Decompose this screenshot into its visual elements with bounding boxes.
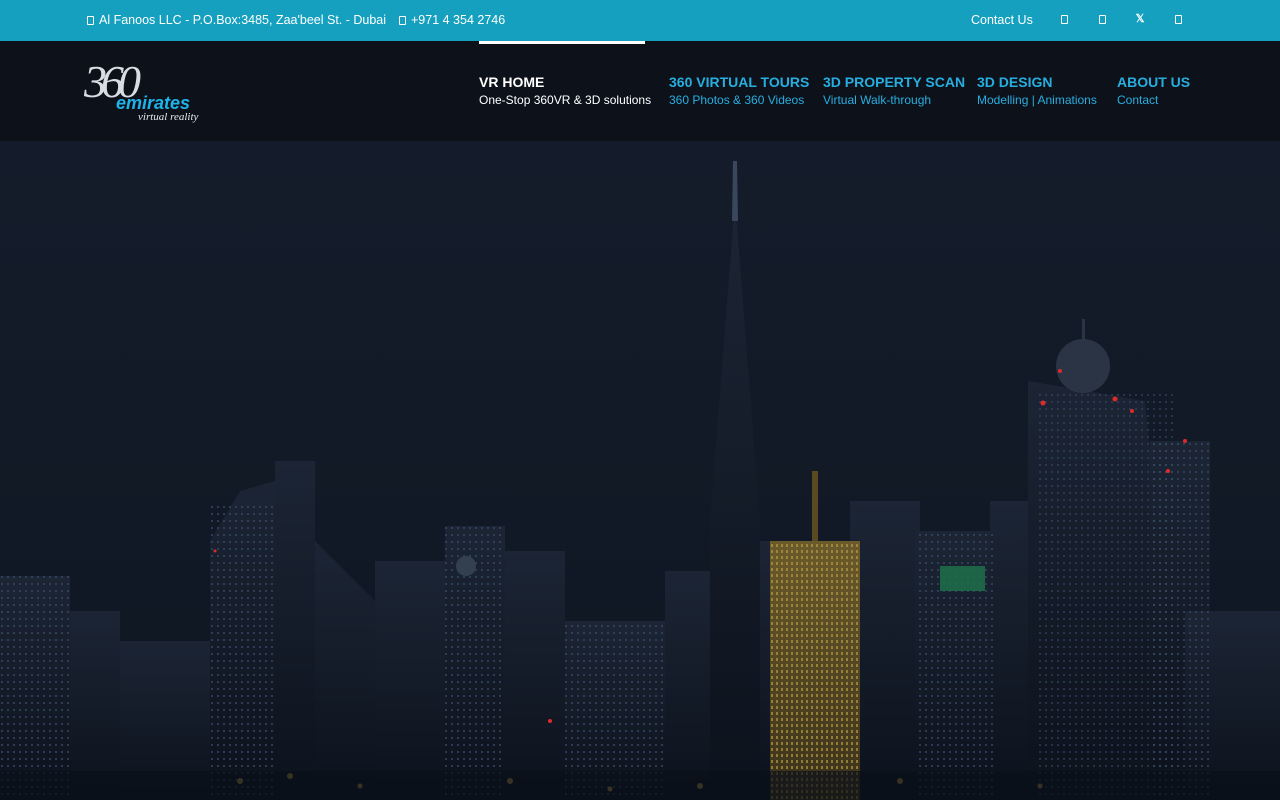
facebook-icon[interactable] [1061, 15, 1068, 24]
nav-subtitle: One-Stop 360VR & 3D solutions [479, 93, 652, 107]
dubai-skyline-illustration [0, 161, 1280, 800]
nav-title: VR HOME [479, 74, 545, 90]
map-marker-icon [87, 16, 94, 25]
nav-about-us[interactable]: ABOUT US Contact [1117, 41, 1197, 141]
main-header: 360 emirates virtual reality VR HOME One… [0, 41, 1280, 141]
top-bar: Al Fanoos LLC - P.O.Box:3485, Zaa'beel S… [0, 0, 1280, 41]
nav-360-virtual-tours[interactable]: 360 VIRTUAL TOURS 360 Photos & 360 Video… [669, 41, 809, 141]
hero-skyline-image [0, 141, 1280, 800]
phone-icon [399, 16, 406, 25]
address-info: Al Fanoos LLC - P.O.Box:3485, Zaa'beel S… [87, 13, 386, 27]
logo-brand: emirates [116, 93, 190, 113]
youtube-icon[interactable] [1175, 15, 1182, 24]
nav-3d-property-scan[interactable]: 3D PROPERTY SCAN Virtual Walk-through [823, 41, 965, 141]
nav-title: 360 VIRTUAL TOURS [669, 74, 810, 90]
contact-us-link[interactable]: Contact Us [971, 13, 1033, 27]
instagram-icon[interactable] [1099, 15, 1106, 24]
nav-active-indicator [479, 41, 645, 44]
logo-tagline: virtual reality [138, 111, 199, 123]
nav-title: 3D DESIGN [977, 74, 1053, 90]
nav-subtitle: Contact [1117, 93, 1159, 107]
nav-subtitle: 360 Photos & 360 Videos [669, 93, 805, 107]
x-twitter-icon[interactable]: 𝕏 [1135, 13, 1145, 25]
phone-text[interactable]: +971 4 354 2746 [411, 13, 505, 27]
address-text: Al Fanoos LLC - P.O.Box:3485, Zaa'beel S… [99, 13, 387, 27]
nav-subtitle: Virtual Walk-through [823, 93, 932, 107]
nav-title: ABOUT US [1117, 74, 1191, 90]
nav-title: 3D PROPERTY SCAN [823, 74, 966, 90]
phone-info: +971 4 354 2746 [399, 13, 505, 27]
site-logo[interactable]: 360 emirates virtual reality [83, 56, 234, 123]
nav-3d-design[interactable]: 3D DESIGN Modelling | Animations [977, 41, 1097, 141]
nav-vr-home[interactable]: VR HOME One-Stop 360VR & 3D solutions [479, 41, 651, 141]
nav-subtitle: Modelling | Animations [977, 93, 1097, 107]
